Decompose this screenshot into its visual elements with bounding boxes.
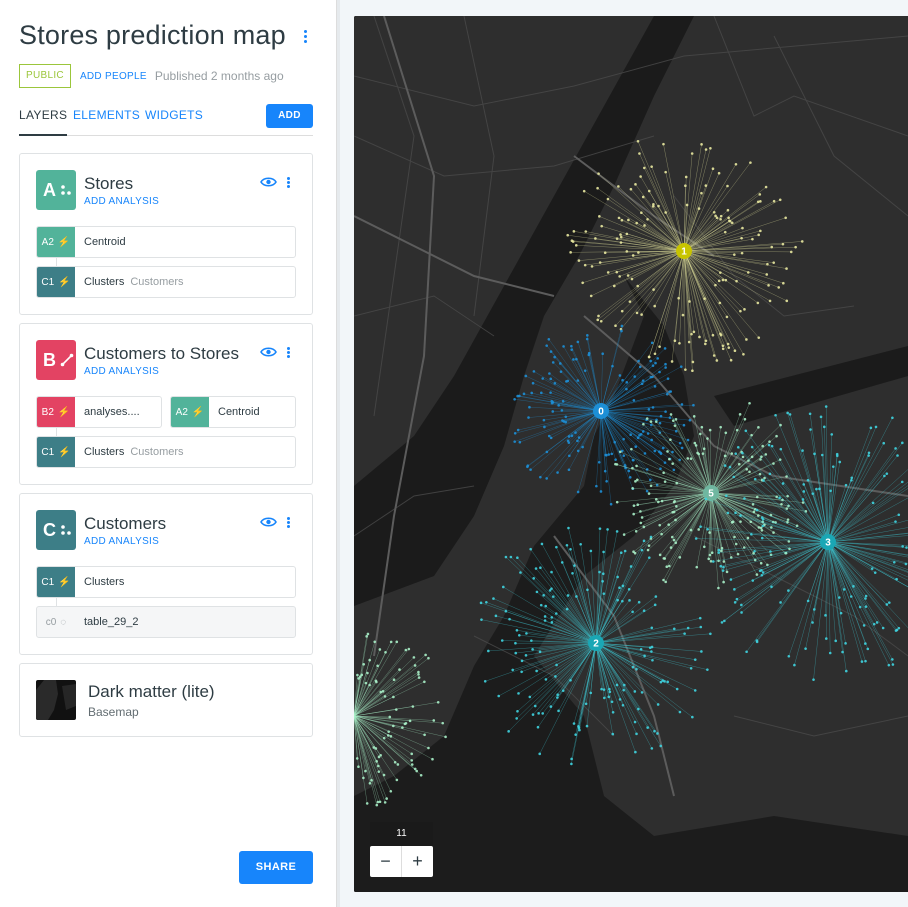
add-analysis-link[interactable]: ADD ANALYSIS	[84, 196, 159, 207]
layer-name[interactable]: Customers to Stores	[84, 344, 239, 364]
node-id-badge: C1 ⚡	[37, 267, 75, 297]
eye-icon[interactable]	[260, 176, 277, 188]
node-label: Clusters	[84, 276, 125, 288]
analysis-node[interactable]: C1 ⚡ Clusters	[36, 566, 296, 598]
cluster-label: 1	[681, 247, 687, 258]
node-id-badge: C1 ⚡	[37, 437, 75, 467]
map-meta: PUBLIC ADD PEOPLE Published 2 months ago	[19, 64, 284, 88]
analysis-node[interactable]: B2 ⚡ analyses....	[36, 396, 162, 428]
published-status: Published 2 months ago	[154, 69, 284, 83]
zoom-in-button[interactable]: +	[402, 846, 433, 877]
map-canvas[interactable]: 1 0 5 3 2	[354, 16, 908, 892]
cluster-label: 3	[825, 538, 831, 549]
layer-options-icon[interactable]	[284, 516, 292, 530]
analysis-node[interactable]: C1 ⚡ Clusters Customers	[36, 266, 296, 298]
lightning-icon: ⚡	[57, 406, 71, 418]
layer-letter: B	[43, 349, 56, 370]
layer-badge: A	[36, 170, 76, 210]
node-id-badge: A2 ⚡	[171, 397, 209, 427]
basemap-thumbnail	[36, 680, 76, 720]
layer-badge: B	[36, 340, 76, 380]
layer-letter: A	[43, 179, 56, 200]
node-id-badge: B2 ⚡	[37, 397, 75, 427]
tab-bar: LAYERS ELEMENTS WIDGETS ADD	[19, 104, 313, 136]
source-icon: ◌	[60, 616, 67, 628]
layer-card-customers[interactable]: C Customers ADD ANALYSIS C1 ⚡ Clusters c0…	[19, 493, 313, 655]
layer-card-customers-to-stores[interactable]: B Customers to Stores ADD ANALYSIS B2 ⚡ a…	[19, 323, 313, 485]
basemap-name: Dark matter (lite)	[88, 682, 215, 701]
node-label: Centroid	[218, 406, 260, 418]
node-source: Customers	[130, 446, 184, 458]
layer-name[interactable]: Stores	[84, 174, 133, 194]
sidebar: Stores prediction map PUBLIC ADD PEOPLE …	[0, 0, 337, 907]
points-icon	[61, 525, 71, 535]
lightning-icon: ⚡	[58, 576, 71, 588]
node-id-badge: A2 ⚡	[37, 227, 75, 257]
node-label: Centroid	[84, 236, 126, 248]
layer-card-stores[interactable]: A Stores ADD ANALYSIS A2 ⚡ Centroid C1 ⚡ C…	[19, 153, 313, 315]
lightning-icon: ⚡	[191, 406, 205, 418]
zoom-level: 11	[370, 822, 433, 846]
app-root: Stores prediction map PUBLIC ADD PEOPLE …	[0, 0, 908, 907]
analysis-node[interactable]: A2 ⚡ Centroid	[170, 396, 296, 428]
share-button[interactable]: SHARE	[239, 851, 313, 884]
node-source: Customers	[130, 276, 184, 288]
node-label: Clusters	[84, 446, 125, 458]
node-label: Clusters	[84, 576, 125, 588]
points-icon	[61, 185, 71, 195]
add-people-link[interactable]: ADD PEOPLE	[80, 71, 147, 82]
map-layer: 1 0 5 3 2	[354, 16, 908, 892]
lightning-icon: ⚡	[58, 446, 71, 458]
eye-icon[interactable]	[260, 346, 277, 358]
tab-widgets[interactable]: WIDGETS	[145, 108, 203, 122]
layer-letter: C	[43, 519, 56, 540]
add-layer-button[interactable]: ADD	[266, 104, 313, 128]
analysis-node[interactable]: C1 ⚡ Clusters Customers	[36, 436, 296, 468]
node-label: table_29_2	[84, 616, 139, 628]
more-options-icon[interactable]	[298, 28, 312, 48]
zoom-control: − +	[370, 846, 433, 877]
basemap-card[interactable]: Dark matter (lite) Basemap	[19, 663, 313, 737]
layer-badge: C	[36, 510, 76, 550]
add-analysis-link[interactable]: ADD ANALYSIS	[84, 536, 159, 547]
cluster-label: 2	[593, 639, 599, 650]
layer-options-icon[interactable]	[284, 346, 292, 360]
layer-name[interactable]: Customers	[84, 514, 166, 534]
lightning-icon: ⚡	[58, 276, 71, 288]
zoom-out-button[interactable]: −	[370, 846, 401, 877]
cluster-label: 5	[708, 489, 714, 500]
visibility-badge[interactable]: PUBLIC	[19, 64, 71, 88]
layer-options-icon[interactable]	[284, 176, 292, 190]
page-title: Stores prediction map	[19, 20, 286, 50]
tab-elements[interactable]: ELEMENTS	[73, 108, 140, 122]
node-id-badge: C1 ⚡	[37, 567, 75, 597]
lightning-icon: ⚡	[57, 236, 71, 248]
node-label: analyses....	[84, 406, 140, 418]
basemap-subtitle: Basemap	[88, 705, 139, 719]
eye-icon[interactable]	[260, 516, 277, 528]
node-id-badge: c0 ◌	[45, 616, 67, 628]
sidebar-divider	[337, 0, 340, 907]
analysis-node[interactable]: A2 ⚡ Centroid	[36, 226, 296, 258]
line-icon	[60, 353, 74, 367]
cluster-label: 0	[598, 407, 604, 418]
source-node[interactable]: c0 ◌ table_29_2	[36, 606, 296, 638]
add-analysis-link[interactable]: ADD ANALYSIS	[84, 366, 159, 377]
tab-layers[interactable]: LAYERS	[19, 108, 68, 136]
